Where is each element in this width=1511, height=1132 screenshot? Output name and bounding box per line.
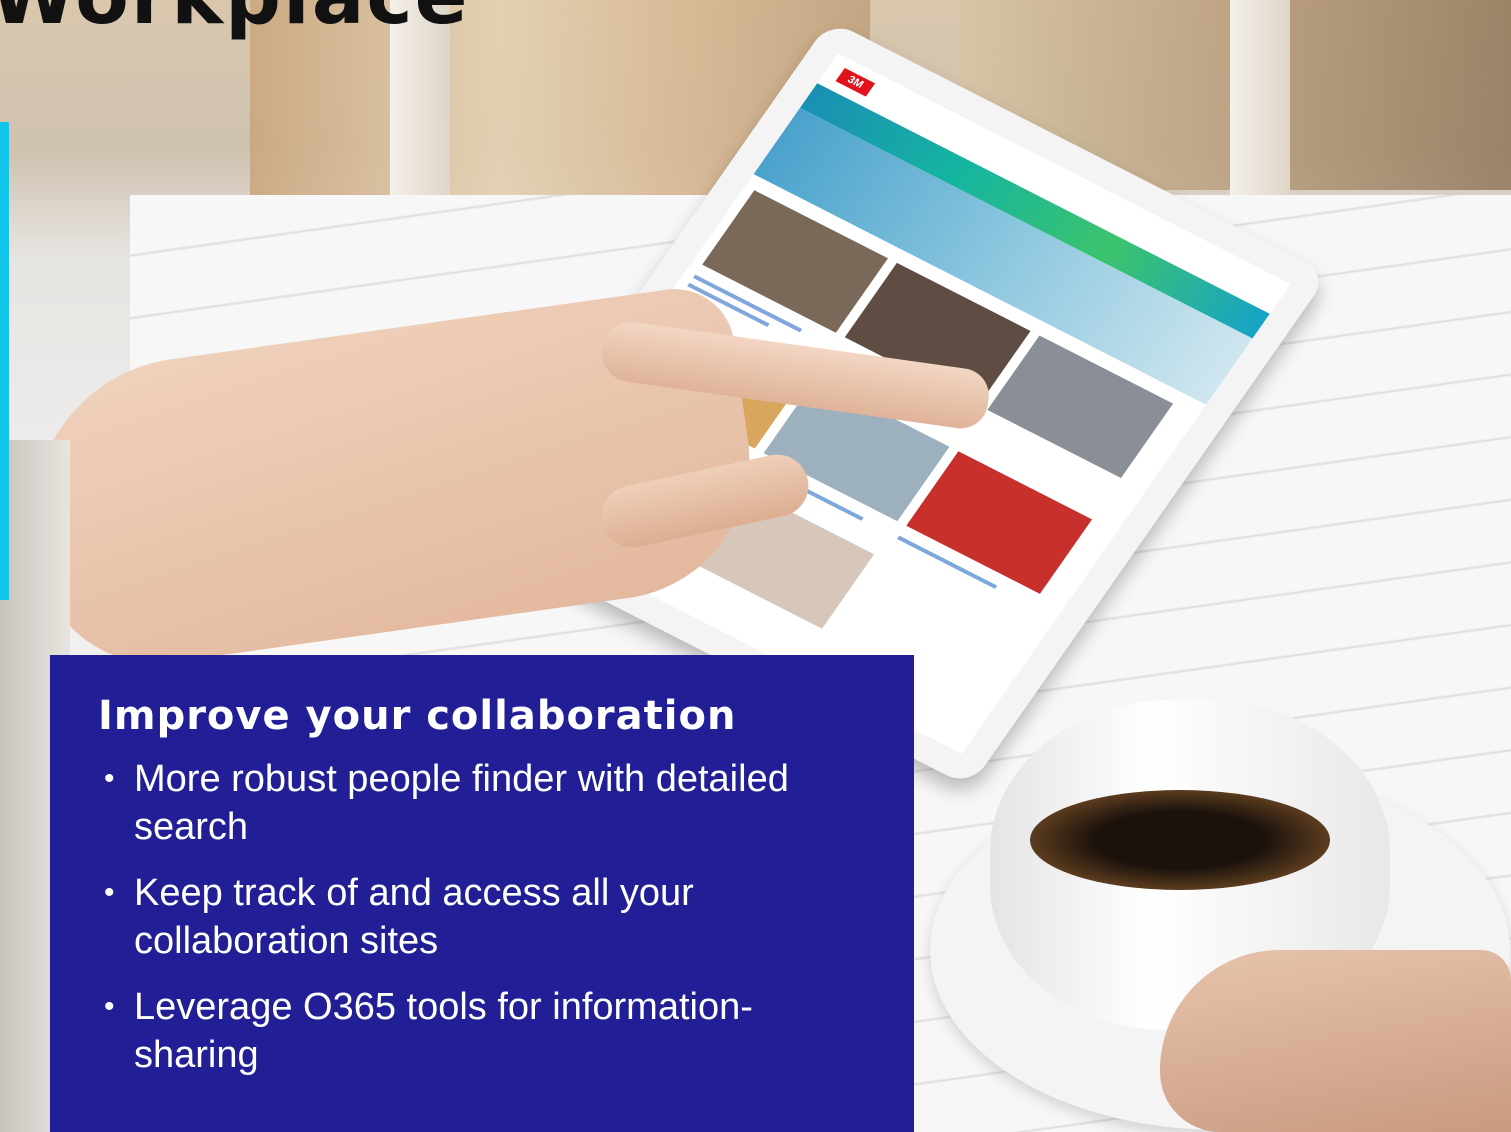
slide-title: Workplace xyxy=(0,0,470,42)
bullet-icon: • xyxy=(104,876,115,909)
bullet-icon: • xyxy=(104,990,115,1023)
bullet-item: • More robust people finder with detaile… xyxy=(98,755,874,851)
bullet-text: More robust people finder with detailed … xyxy=(134,758,789,848)
tablet-screen-tile xyxy=(906,451,1093,594)
tablet-logo: 3M xyxy=(835,67,876,97)
bullet-list: • More robust people finder with detaile… xyxy=(98,755,874,1079)
coffee xyxy=(1030,790,1330,890)
panel-heading: Improve your collaboration xyxy=(98,693,737,739)
bullet-text: Keep track of and access all your collab… xyxy=(134,872,694,962)
bullet-text: Leverage O365 tools for information-shar… xyxy=(134,986,753,1076)
bullet-item: • Leverage O365 tools for information-sh… xyxy=(98,983,874,1079)
content-panel: Improve your collaboration • More robust… xyxy=(50,655,914,1132)
bullet-item: • Keep track of and access all your coll… xyxy=(98,869,874,965)
bullet-icon: • xyxy=(104,762,115,795)
accent-bar xyxy=(0,122,9,600)
cup-hand xyxy=(1160,950,1511,1132)
